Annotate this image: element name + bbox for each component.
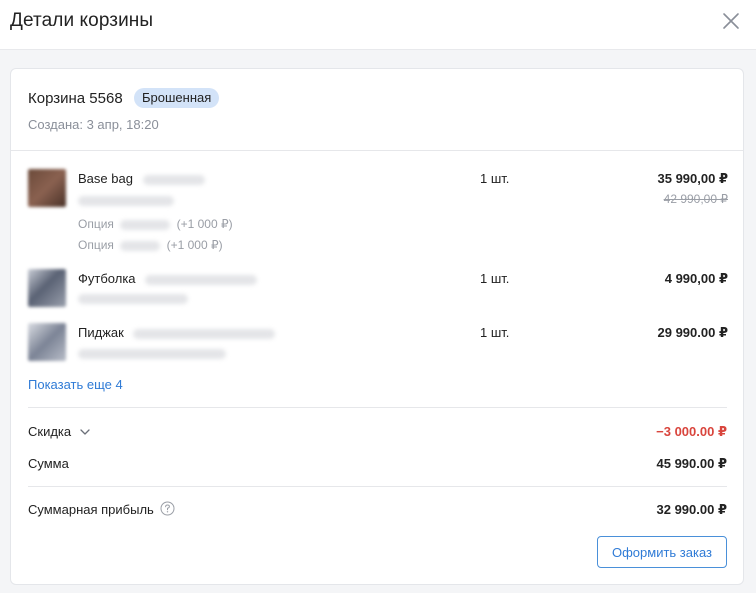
item-quantity: 1 шт. — [480, 325, 510, 340]
product-name: Пиджак — [78, 325, 276, 340]
modal-header: Детали корзины — [0, 0, 756, 50]
product-image — [28, 323, 66, 361]
chevron-down-icon[interactable] — [79, 425, 91, 437]
sum-label: Сумма — [28, 456, 69, 471]
discount-label[interactable]: Скидка — [28, 424, 71, 439]
discount-value: −3 000.00 ₽ — [656, 424, 727, 439]
item-price: 35 990,00 ₽ — [657, 171, 729, 186]
modal-title: Детали корзины — [10, 10, 154, 31]
item-old-price: 42 990,00 ₽ — [663, 192, 728, 206]
created-date: Создана: 3 апр, 18:20 — [28, 117, 159, 132]
cart-item: Base bag Опция (+1 000 ₽) Опция (+1 000 … — [28, 169, 728, 259]
divider — [28, 486, 727, 487]
profit-value: 32 990.00 ₽ — [656, 502, 728, 517]
divider — [11, 150, 743, 151]
sum-value: 45 990.00 ₽ — [656, 456, 728, 471]
cart-item: Футболка 1 шт. 4 990,00 ₽ — [28, 269, 728, 309]
product-sku — [78, 294, 188, 304]
item-quantity: 1 шт. — [480, 271, 510, 286]
divider — [28, 407, 727, 408]
product-name: Футболка — [78, 271, 258, 286]
status-badge: Брошенная — [134, 88, 220, 108]
product-sku — [78, 196, 174, 206]
product-name: Base bag — [78, 171, 205, 186]
show-more-link[interactable]: Показать еще 4 — [28, 377, 123, 392]
cart-item: Пиджак 1 шт. 29 990.00 ₽ — [28, 323, 728, 363]
cart-title: Корзина 5568 — [28, 90, 123, 107]
cart-card: Корзина 5568 Брошенная Создана: 3 апр, 1… — [10, 68, 744, 585]
help-icon[interactable] — [160, 501, 175, 516]
product-option: Опция (+1 000 ₽) — [78, 238, 223, 252]
profit-label: Суммарная прибыль — [28, 502, 154, 517]
product-image — [28, 169, 66, 207]
item-price: 4 990,00 ₽ — [664, 271, 728, 286]
product-sku — [78, 349, 226, 359]
item-quantity: 1 шт. — [480, 171, 510, 186]
place-order-button[interactable]: Оформить заказ — [597, 536, 727, 568]
close-icon[interactable] — [720, 10, 742, 32]
item-price: 29 990.00 ₽ — [657, 325, 729, 340]
product-image — [28, 269, 66, 307]
product-option: Опция (+1 000 ₽) — [78, 217, 233, 231]
